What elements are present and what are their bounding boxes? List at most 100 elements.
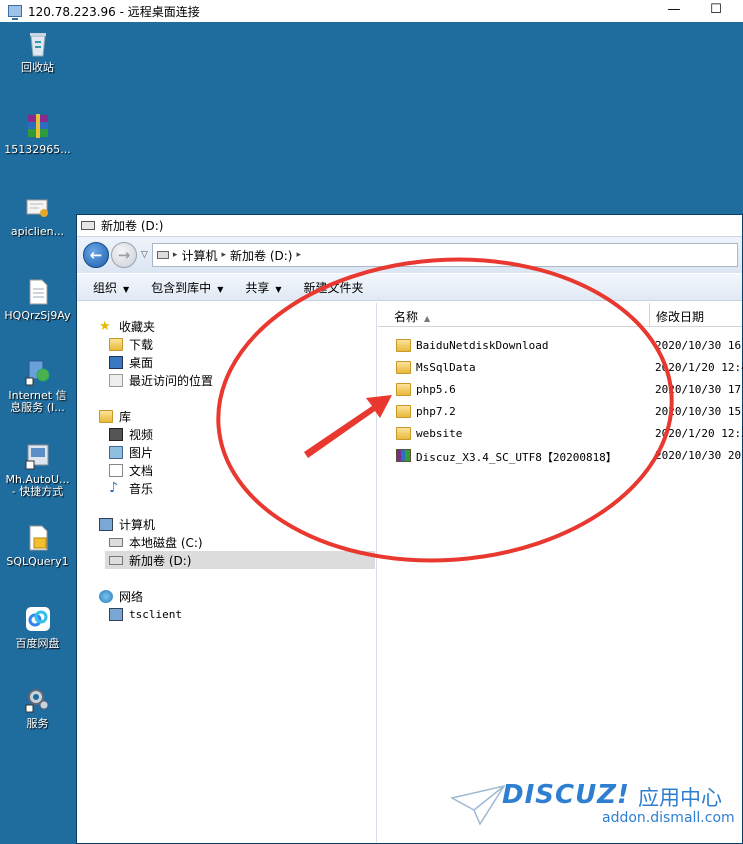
nav-documents[interactable]: 文档 [109,461,153,479]
nav-label: 新加卷 (D:) [129,553,192,568]
desktop-icon-sqlquery[interactable]: SQLQuery1 [0,524,75,568]
nav-new-volume-d[interactable]: 新加卷 (D:) [105,551,375,569]
folder-icon [396,383,411,396]
chevron-right-icon[interactable]: ▸ [221,250,226,260]
watermark-logo-text: DISCUZ! [502,780,630,810]
file-name: BaiduNetdiskDownload [416,339,549,352]
nav-recent-places[interactable]: 最近访问的位置 [109,371,213,389]
file-date: 2020/1/20 12:38 [655,427,743,440]
recent-places-icon [109,373,123,387]
desktop-icon-recycle-bin[interactable]: 回收站 [0,30,75,74]
nav-label: 库 [119,409,132,424]
iis-manager-icon [25,360,49,386]
desktop-icon [109,355,123,369]
explorer-window: 新加卷 (D:) ← → ▽ ▸ 计算机 ▸ 新加卷 (D:) ▸ 组织 ▼ 包含… [76,214,743,844]
chevron-right-icon[interactable]: ▸ [296,250,301,260]
include-library-menu-button[interactable]: 包含到库中 ▼ [151,279,223,296]
minimize-button[interactable]: — [664,2,684,17]
share-menu-button[interactable]: 共享 ▼ [245,279,281,296]
sort-ascending-icon: ▲ [424,314,431,323]
drive-icon [81,221,95,230]
desktop-icon-text-file[interactable]: HQQrzSj9Ay [0,278,75,322]
file-row[interactable]: website 2020/1/20 12:38 [378,423,743,445]
navigation-bar: ← → ▽ ▸ 计算机 ▸ 新加卷 (D:) ▸ [77,237,742,273]
file-name: website [416,427,463,440]
nav-label: 最近访问的位置 [129,373,214,388]
breadcrumb-computer[interactable]: 计算机 [181,247,217,264]
baidu-netdisk-icon [25,607,50,631]
file-row[interactable]: Discuz_X3.4_SC_UTF8【20200818】 2020/10/30… [378,445,743,467]
rar-archive-icon [396,449,411,462]
nav-network[interactable]: 网络 [99,587,143,605]
file-row[interactable]: php7.2 2020/10/30 15:2 [378,401,743,423]
folder-icon [396,361,411,374]
nav-libraries[interactable]: 库 [99,407,131,425]
hard-drive-icon [109,537,123,547]
desktop-icon-services[interactable]: 服务 [0,686,75,730]
back-button[interactable]: ← [83,242,109,268]
chevron-right-icon[interactable]: ▸ [173,250,178,260]
address-bar[interactable]: ▸ 计算机 ▸ 新加卷 (D:) ▸ [151,243,738,267]
nav-pictures[interactable]: 图片 [109,443,153,461]
desktop-icon-baidu-netdisk[interactable]: 百度网盘 [0,606,75,650]
organize-menu-button[interactable]: 组织 ▼ [93,279,129,296]
nav-computer[interactable]: 计算机 [99,515,155,533]
network-computer-icon [109,607,123,621]
rdp-title-bar: 120.78.223.96 - 远程桌面连接 — ☐ [0,0,743,22]
nav-local-disk-c[interactable]: 本地磁盘 (C:) [109,533,203,551]
include-library-label: 包含到库中 [151,280,212,295]
file-row[interactable]: php5.6 2020/10/30 17:1 [378,379,743,401]
maximize-button[interactable]: ☐ [706,2,726,17]
paper-plane-icon [450,784,506,826]
file-name: MsSqlData [416,361,476,374]
watermark-app-center: 应用中心 [638,786,722,810]
file-name: php5.6 [416,383,456,396]
nav-downloads[interactable]: 下载 [109,335,153,353]
rdp-window-title: 120.78.223.96 - 远程桌面连接 [28,4,200,19]
nav-label: 图片 [129,445,154,460]
chevron-down-icon: ▼ [275,284,282,294]
nav-favorites[interactable]: ★ 收藏夹 [99,317,155,335]
recycle-bin-icon [29,33,46,57]
music-note-icon: ♪ [109,479,118,496]
recent-pages-chevron-icon[interactable]: ▽ [141,250,148,260]
nav-label: 下载 [129,337,154,352]
breadcrumb-new-volume[interactable]: 新加卷 (D:) [230,247,292,264]
file-name: Discuz_X3.4_SC_UTF8【20200818】 [416,451,617,464]
certificate-icon [26,199,48,217]
document-library-icon [109,463,123,477]
file-date: 2020/10/30 20:3 [655,449,743,462]
forward-button[interactable]: → [111,242,137,268]
desktop-icon-winrar[interactable]: 15132965... [0,112,75,156]
share-label: 共享 [245,280,270,295]
file-row[interactable]: BaiduNetdiskDownload 2020/10/30 16:3 [378,335,743,357]
drive-icon [156,251,169,259]
file-date: 2020/10/30 17:1 [655,383,743,396]
desktop-icon-mh-shortcut[interactable]: Mh.AutoU... - 快捷方式 [0,442,75,498]
video-library-icon [109,427,123,441]
picture-library-icon [109,445,123,459]
file-row[interactable]: MsSqlData 2020/1/20 12:45 [378,357,743,379]
nav-label: 计算机 [119,517,156,532]
explorer-title-bar: 新加卷 (D:) [77,215,742,237]
chevron-down-icon: ▼ [217,284,224,294]
desktop-icon-apiclient[interactable]: apiclien... [0,194,75,238]
nav-label: tsclient [129,607,182,621]
new-folder-button[interactable]: 新建文件夹 [304,279,364,296]
column-header-name[interactable]: 名称 ▲ [394,308,430,325]
star-icon: ★ [99,318,111,334]
nav-tsclient[interactable]: tsclient [109,605,182,623]
navigation-pane: ★ 收藏夹 下载 桌面 最近访问的位置 库 视频 图片 文档 ♪ 音乐 计算机 本地… [77,303,377,843]
desktop-icon-iis[interactable]: Internet 信 息服务 (I... [0,358,75,414]
column-header-date-modified[interactable]: 修改日期 [656,308,704,325]
file-list-pane: 名称 ▲ 修改日期 BaiduNetdiskDownload 2020/10/30… [378,303,743,843]
shortcut-app-icon [25,444,48,470]
nav-videos[interactable]: 视频 [109,425,153,443]
nav-desktop[interactable]: 桌面 [109,353,153,371]
hard-drive-icon [109,555,123,565]
folder-icon [396,339,411,352]
file-name: php7.2 [416,405,456,418]
nav-music[interactable]: ♪ 音乐 [109,479,153,497]
nav-label: 网络 [119,589,144,604]
column-divider[interactable] [649,303,650,327]
